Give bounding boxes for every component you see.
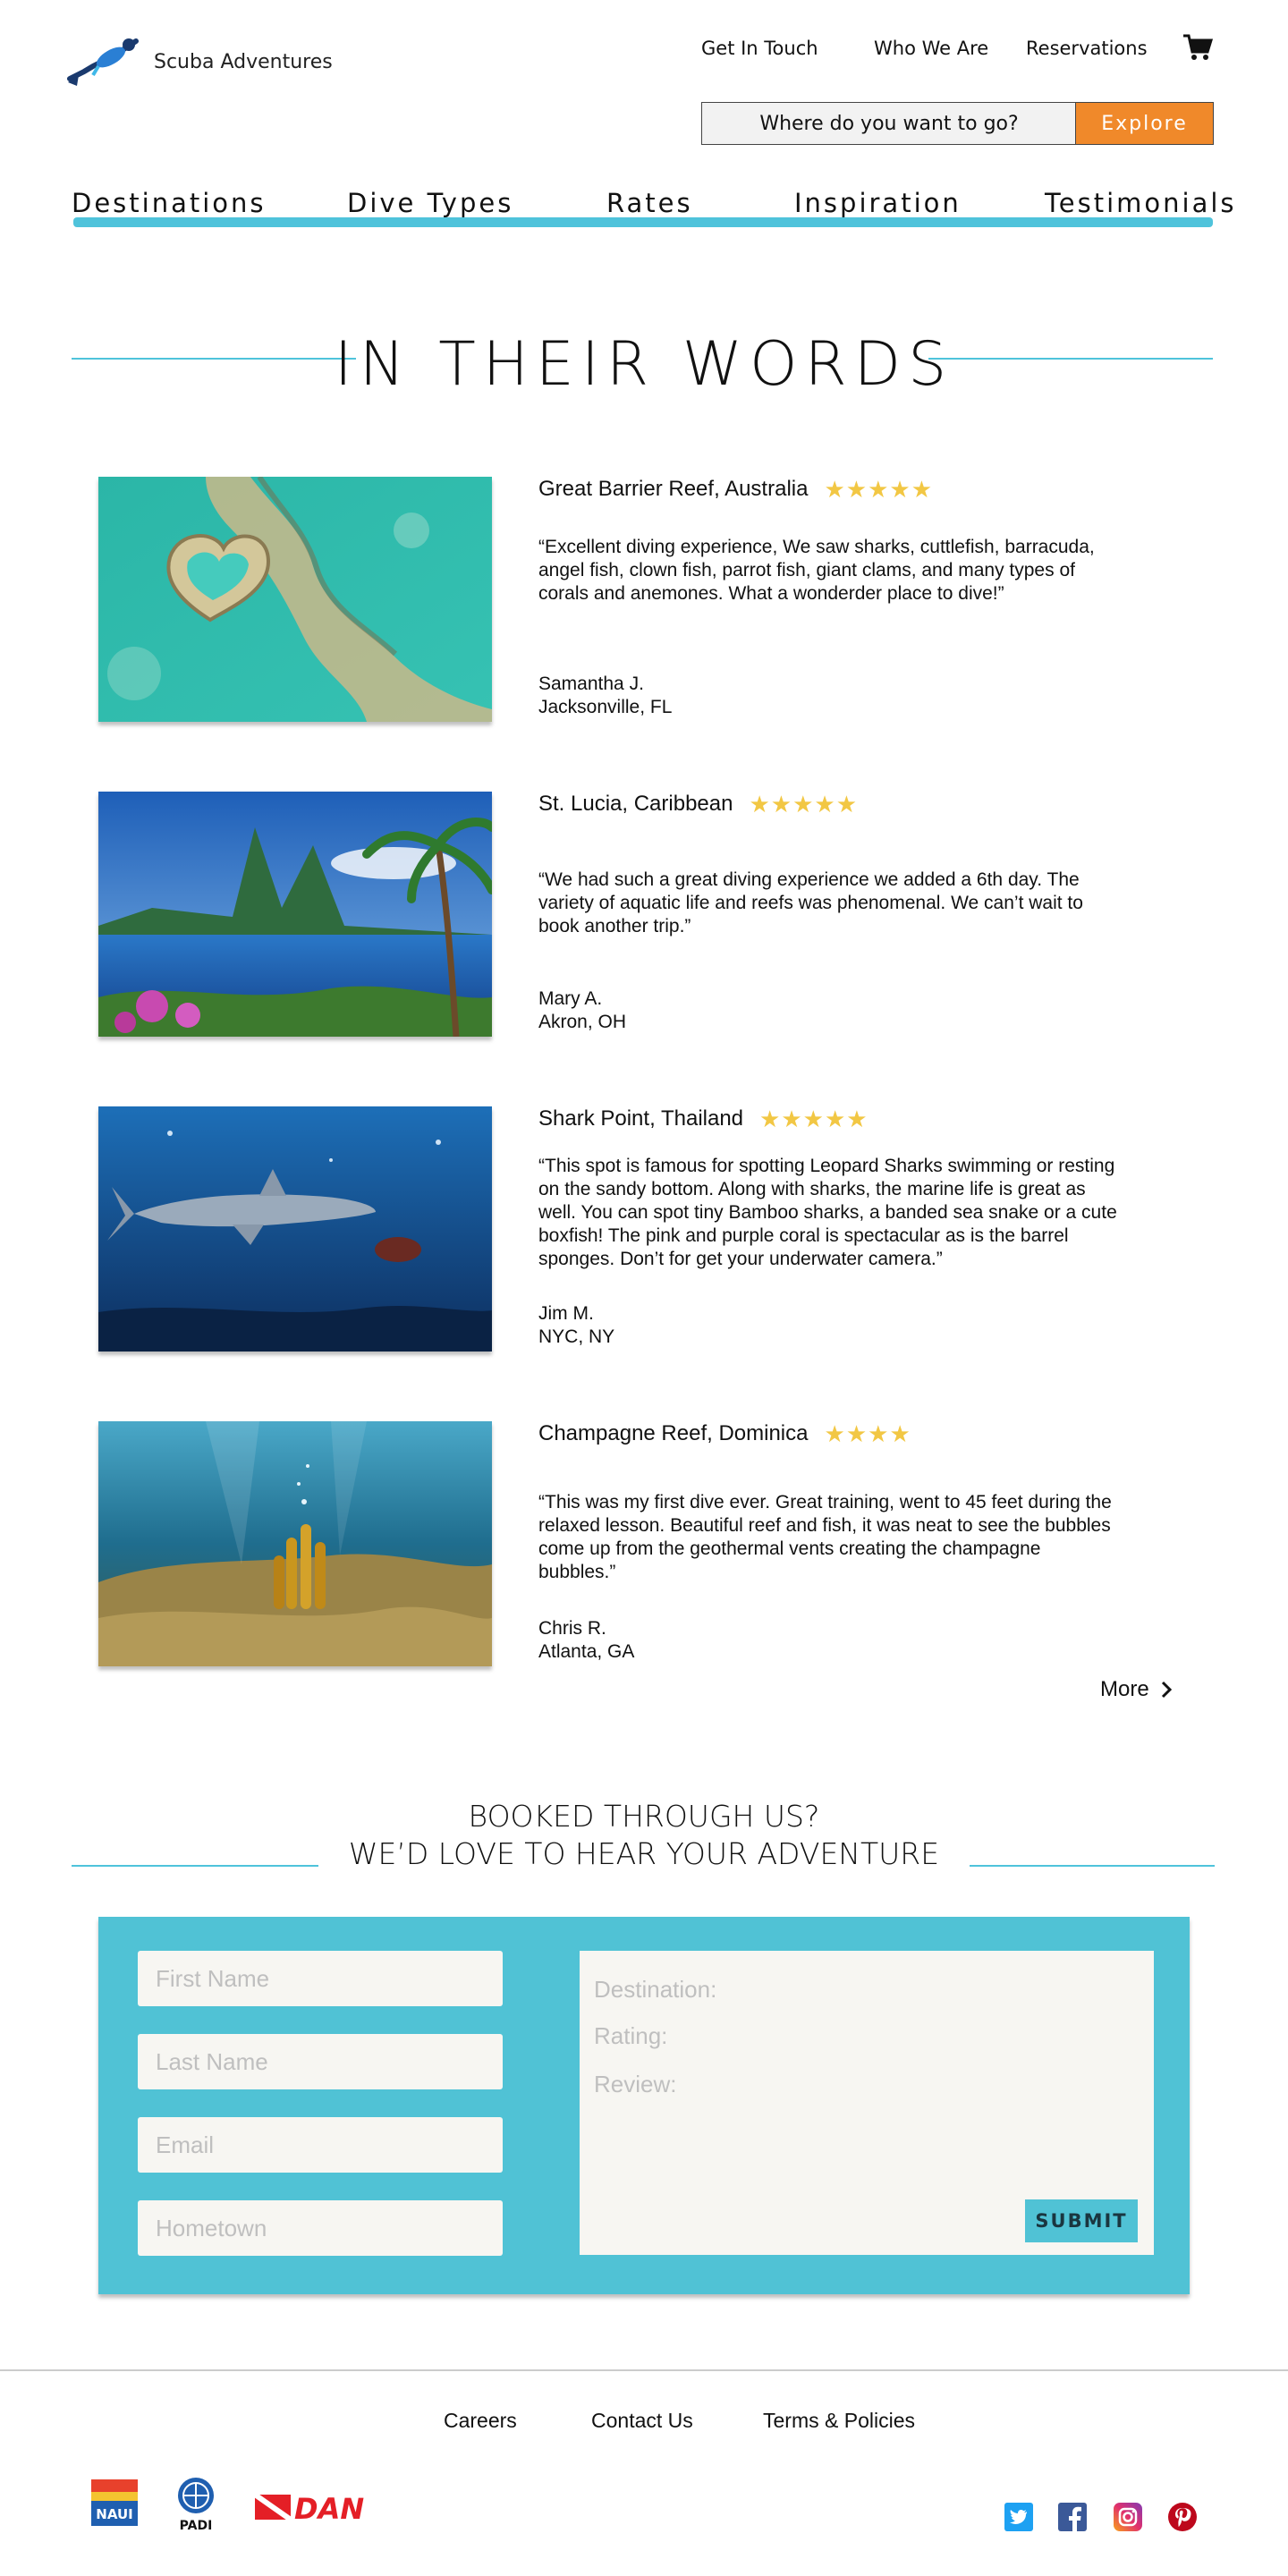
testimonial-location: Atlanta, GA — [538, 1641, 635, 1662]
explore-button[interactable]: Explore — [1075, 102, 1214, 145]
star-icon: ★ — [835, 791, 858, 818]
testimonial-name: Chris R. — [538, 1618, 606, 1639]
naui-logo[interactable]: NAUI — [89, 2478, 140, 2528]
star-icon: ★ — [824, 1106, 846, 1132]
twitter-icon[interactable] — [1004, 2503, 1033, 2531]
brand-name: Scuba Adventures — [154, 50, 333, 73]
hometown-field[interactable]: Hometown — [138, 2200, 503, 2256]
search-input[interactable]: Where do you want to go? — [701, 102, 1077, 145]
star-icon: ★ — [824, 476, 845, 503]
rating-stars: ★ ★ ★ ★ ★ — [759, 1107, 869, 1131]
last-name-field[interactable]: Last Name — [138, 2034, 503, 2089]
review-label: Review: — [594, 2071, 677, 2097]
star-icon: ★ — [846, 1106, 868, 1132]
testimonial-title: Great Barrier Reef, Australia ★ ★ ★ ★ ★ — [538, 477, 933, 502]
testimonial-location: NYC, NY — [538, 1326, 615, 1347]
nav-dive-types[interactable]: Dive Types — [347, 188, 513, 218]
testimonial-destination: Shark Point, Thailand — [538, 1106, 744, 1131]
testimonial-image-champagne-reef — [98, 1421, 492, 1666]
instagram-icon[interactable] — [1114, 2503, 1142, 2531]
star-icon: ★ — [781, 1106, 802, 1132]
topnav-reservations[interactable]: Reservations — [1026, 38, 1148, 59]
dan-logo[interactable]: DAN — [255, 2492, 366, 2522]
facebook-icon[interactable] — [1058, 2503, 1087, 2531]
star-icon: ★ — [814, 791, 835, 818]
footer-contact-us[interactable]: Contact Us — [591, 2409, 693, 2433]
testimonial-destination: Great Barrier Reef, Australia — [538, 477, 809, 501]
testimonial-image-shark-point — [98, 1106, 492, 1352]
testimonial-quote: “Excellent diving experience, We saw sha… — [538, 537, 1095, 604]
topnav-get-in-touch[interactable]: Get In Touch — [701, 38, 818, 59]
testimonial-title: Champagne Reef, Dominica ★ ★ ★ ★ — [538, 1421, 911, 1446]
star-icon: ★ — [770, 791, 792, 818]
testimonial-destination: Champagne Reef, Dominica — [538, 1421, 809, 1445]
review-form: First Name Last Name Email Hometown Dest… — [98, 1917, 1190, 2294]
testimonial-location: Jacksonville, FL — [538, 697, 673, 717]
testimonial-name: Samantha J. — [538, 674, 644, 694]
footer-careers[interactable]: Careers — [444, 2409, 517, 2433]
star-icon: ★ — [868, 1420, 889, 1447]
testimonial-location: Akron, OH — [538, 1012, 627, 1032]
email-field[interactable]: Email — [138, 2117, 503, 2173]
star-icon: ★ — [759, 1106, 781, 1132]
booked-divider-right — [970, 1865, 1215, 1867]
star-icon: ★ — [889, 1420, 911, 1447]
more-label: More — [1100, 1677, 1149, 1701]
rating-stars: ★ ★ ★ ★ ★ — [824, 478, 933, 501]
nav-destinations[interactable]: Destinations — [72, 188, 267, 218]
nav-active-underline — [73, 217, 1213, 227]
testimonial-quote: “This spot is famous for spotting Leopar… — [538, 1156, 1117, 1269]
brand-logo[interactable]: Scuba Adventures — [66, 36, 333, 88]
svg-text:NAUI: NAUI — [96, 2506, 132, 2522]
star-icon: ★ — [911, 476, 933, 503]
testimonial-destination: St. Lucia, Caribbean — [538, 792, 733, 816]
topnav-who-we-are[interactable]: Who We Are — [874, 38, 988, 59]
nav-testimonials[interactable]: Testimonials — [1045, 188, 1237, 218]
star-icon: ★ — [802, 1106, 824, 1132]
booked-heading: BOOKED THROUGH US? WE’D LOVE TO HEAR YOU… — [0, 1798, 1288, 1873]
first-name-field[interactable]: First Name — [138, 1951, 503, 2006]
rating-label: Rating: — [594, 2022, 668, 2049]
testimonial-image-great-barrier-reef — [98, 477, 492, 722]
nav-rates[interactable]: Rates — [606, 188, 693, 218]
testimonial-title: Shark Point, Thailand ★ ★ ★ ★ ★ — [538, 1106, 869, 1131]
section-title: IN THEIR WORDS — [334, 329, 954, 400]
footer-divider — [0, 2369, 1288, 2371]
diver-logo-icon — [67, 38, 139, 86]
star-icon: ★ — [845, 476, 868, 503]
star-icon: ★ — [792, 791, 814, 818]
star-icon: ★ — [845, 1420, 868, 1447]
pinterest-icon[interactable] — [1168, 2503, 1197, 2531]
footer-terms[interactable]: Terms & Policies — [763, 2409, 915, 2433]
nav-inspiration[interactable]: Inspiration — [794, 188, 962, 218]
rating-stars: ★ ★ ★ ★ — [825, 1422, 911, 1445]
svg-text:DAN: DAN — [294, 2492, 364, 2522]
padi-logo[interactable]: PADI — [174, 2476, 218, 2531]
destination-label: Destination: — [594, 1976, 717, 2003]
star-icon: ★ — [824, 1420, 845, 1447]
testimonial-quote: “This was my first dive ever. Great trai… — [538, 1492, 1112, 1582]
booked-divider-left — [72, 1865, 318, 1867]
star-icon: ★ — [749, 791, 770, 818]
testimonial-quote: “We had such a great diving experience w… — [538, 869, 1083, 936]
chevron-right-icon — [1161, 1681, 1172, 1699]
submit-button[interactable]: SUBMIT — [1025, 2199, 1138, 2242]
star-icon: ★ — [889, 476, 911, 503]
booked-line-1: BOOKED THROUGH US? — [468, 1799, 820, 1834]
rating-stars: ★ ★ ★ ★ ★ — [749, 792, 858, 816]
booked-line-2: WE’D LOVE TO HEAR YOUR ADVENTURE — [348, 1836, 940, 1871]
testimonial-title: St. Lucia, Caribbean ★ ★ ★ ★ ★ — [538, 792, 858, 817]
testimonial-name: Mary A. — [538, 988, 603, 1009]
testimonial-image-st-lucia — [98, 792, 492, 1037]
svg-text:PADI: PADI — [180, 2519, 213, 2531]
cart-icon[interactable] — [1182, 32, 1213, 63]
more-link[interactable]: More — [1100, 1677, 1173, 1702]
testimonial-name: Jim M. — [538, 1303, 594, 1324]
star-icon: ★ — [868, 476, 889, 503]
